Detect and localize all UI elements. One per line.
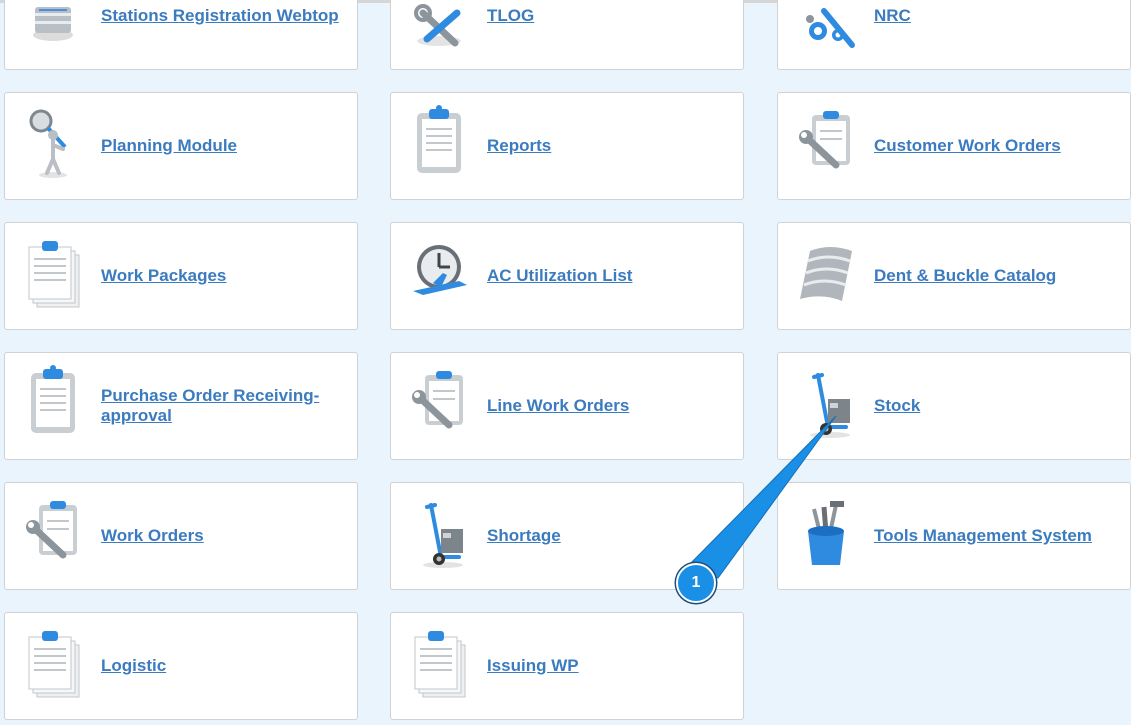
callout-badge: 1 <box>676 563 716 603</box>
module-grid: Stations Registration Webtop TLOG NRC Pl… <box>0 0 1131 725</box>
tile-label[interactable]: TLOG <box>487 0 737 69</box>
tool-bucket-icon <box>796 493 860 571</box>
tile-label[interactable]: Line Work Orders <box>487 353 737 459</box>
clipboard-icon <box>23 363 87 441</box>
tile-reports[interactable]: Reports <box>390 92 744 200</box>
tile-work-orders[interactable]: Work Orders <box>4 482 358 590</box>
document-stack-icon <box>409 623 473 701</box>
tile-label[interactable]: Logistic <box>101 613 351 719</box>
server-stack-icon <box>23 0 87 51</box>
hand-truck-icon <box>409 493 473 571</box>
tile-planning-module[interactable]: Planning Module <box>4 92 358 200</box>
tile-customer-work-orders[interactable]: Customer Work Orders <box>777 92 1131 200</box>
tile-ac-utilization-list[interactable]: AC Utilization List <box>390 222 744 330</box>
tile-label[interactable]: Work Orders <box>101 483 351 589</box>
tile-label[interactable]: Stations Registration Webtop <box>101 0 351 69</box>
gears-wrench-icon <box>796 0 860 51</box>
tile-label[interactable]: Reports <box>487 93 737 199</box>
tile-label[interactable]: Planning Module <box>101 93 351 199</box>
document-stack-icon <box>23 623 87 701</box>
metal-panel-icon <box>796 233 860 311</box>
tile-label[interactable]: Work Packages <box>101 223 351 329</box>
tile-label[interactable]: Stock <box>874 353 1124 459</box>
magnifier-figure-icon <box>23 103 87 181</box>
tile-work-packages[interactable]: Work Packages <box>4 222 358 330</box>
tile-label[interactable]: NRC <box>874 0 1124 69</box>
document-stack-icon <box>23 233 87 311</box>
tile-label[interactable]: AC Utilization List <box>487 223 737 329</box>
tile-tools-management-system[interactable]: Tools Management System <box>777 482 1131 590</box>
tile-label[interactable]: Dent & Buckle Catalog <box>874 223 1124 329</box>
tile-purchase-order-receiving[interactable]: Purchase Order Receiving-approval <box>4 352 358 460</box>
clipboard-wrench-icon <box>796 103 860 181</box>
clock-airplane-icon <box>409 233 473 311</box>
tile-logistic[interactable]: Logistic <box>4 612 358 720</box>
hand-truck-icon <box>796 363 860 441</box>
tile-dent-buckle-catalog[interactable]: Dent & Buckle Catalog <box>777 222 1131 330</box>
tile-stock[interactable]: Stock <box>777 352 1131 460</box>
tools-icon <box>409 0 473 51</box>
clipboard-icon <box>409 103 473 181</box>
tile-stations-registration[interactable]: Stations Registration Webtop <box>4 0 358 70</box>
tile-issuing-wp[interactable]: Issuing WP <box>390 612 744 720</box>
tile-label[interactable]: Issuing WP <box>487 613 737 719</box>
tile-label[interactable]: Purchase Order Receiving-approval <box>101 353 351 459</box>
tile-line-work-orders[interactable]: Line Work Orders <box>390 352 744 460</box>
clipboard-wrench-icon <box>23 493 87 571</box>
tile-label[interactable]: Customer Work Orders <box>874 93 1124 199</box>
tile-label[interactable]: Tools Management System <box>874 483 1124 589</box>
tile-tlog[interactable]: TLOG <box>390 0 744 70</box>
tile-nrc[interactable]: NRC <box>777 0 1131 70</box>
clipboard-wrench-icon <box>409 363 473 441</box>
